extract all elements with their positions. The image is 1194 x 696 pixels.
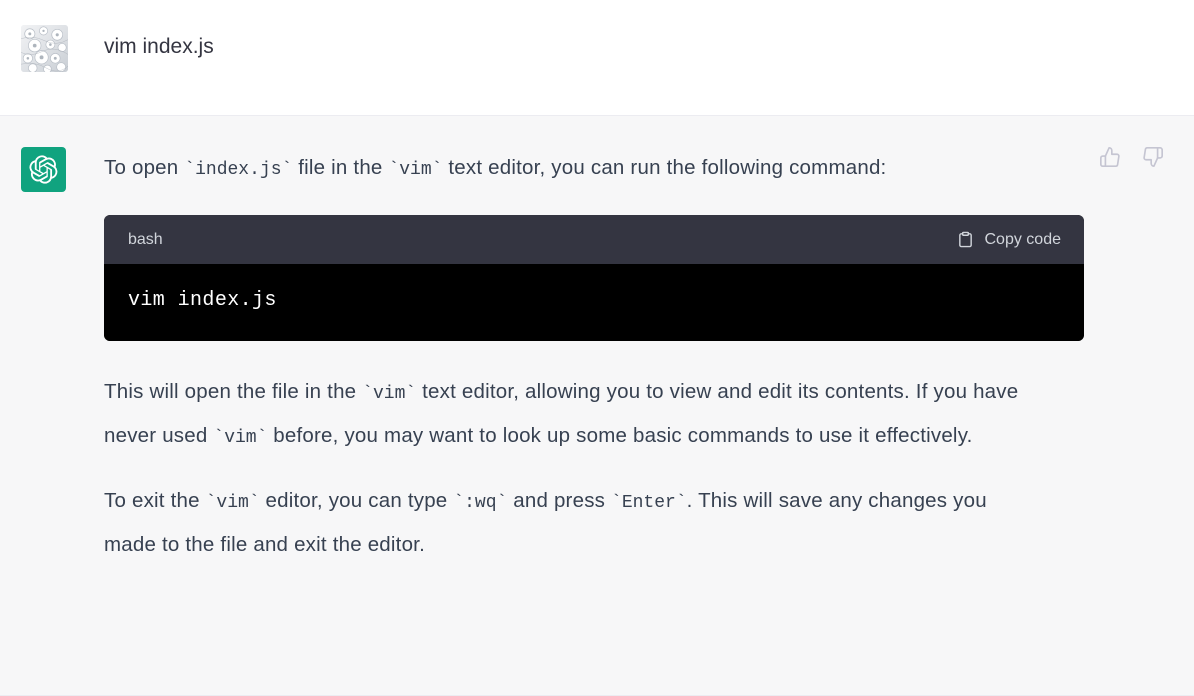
inline-code-vim: `vim` [362, 384, 417, 404]
assistant-paragraph-2: This will open the file in the `vim` tex… [104, 371, 1044, 459]
text-segment: before, you may want to look up some bas… [267, 424, 973, 447]
text-segment: To exit the [104, 489, 206, 512]
code-content: vim index.js [128, 289, 277, 312]
avatar [21, 25, 68, 72]
inline-code-vim: `vim` [205, 493, 260, 513]
thumbs-down-button[interactable] [1140, 144, 1166, 170]
text-segment: file in the [292, 156, 389, 179]
user-avatar-cell [0, 25, 104, 90]
text-segment: and press [507, 489, 612, 512]
thumbs-up-button[interactable] [1097, 144, 1123, 170]
inline-code-enter: `Enter` [611, 493, 687, 513]
conversation-thread: vim index.js To open `index.js` file in … [0, 0, 1194, 696]
text-segment: text editor, you can run the following c… [442, 156, 887, 179]
inline-code-vim: `vim` [213, 428, 268, 448]
assistant-content-cell: To open `index.js` file in the `vim` tex… [104, 147, 1194, 671]
code-block: bash Copy code vim index.js [104, 215, 1084, 341]
avatar [21, 147, 66, 192]
assistant-paragraph-3: To exit the `vim` editor, you can type `… [104, 480, 1044, 565]
copy-code-label: Copy code [984, 230, 1062, 248]
inline-code-wq: `:wq` [453, 493, 508, 513]
text-segment: This will open the file in the [104, 380, 363, 403]
code-block-header: bash Copy code [104, 215, 1084, 264]
clipboard-icon [957, 231, 974, 248]
assistant-avatar-cell [0, 147, 104, 671]
user-content-cell: vim index.js [104, 25, 1194, 90]
assistant-markdown-body: To open `index.js` file in the `vim` tex… [104, 147, 1084, 565]
inline-code-index-js: `index.js` [184, 160, 293, 180]
inline-code-vim: `vim` [388, 160, 443, 180]
assistant-paragraph-1: To open `index.js` file in the `vim` tex… [104, 147, 1044, 191]
thumbs-down-icon [1142, 146, 1164, 168]
thumbs-up-icon [1099, 146, 1121, 168]
user-photo-avatar [21, 25, 68, 72]
text-segment: To open [104, 156, 185, 179]
user-message-inner: vim index.js [0, 0, 1194, 115]
text-segment: editor, you can type [259, 489, 454, 512]
user-message-text: vim index.js [104, 35, 214, 58]
assistant-message-inner: To open `index.js` file in the `vim` tex… [0, 116, 1194, 695]
user-message-row: vim index.js [0, 0, 1194, 116]
code-language-label: bash [128, 230, 163, 248]
feedback-controls [1097, 144, 1166, 170]
code-block-body[interactable]: vim index.js [104, 264, 1084, 341]
copy-code-button[interactable]: Copy code [951, 227, 1068, 253]
assistant-message-row: To open `index.js` file in the `vim` tex… [0, 116, 1194, 696]
openai-logo-icon [29, 155, 58, 184]
